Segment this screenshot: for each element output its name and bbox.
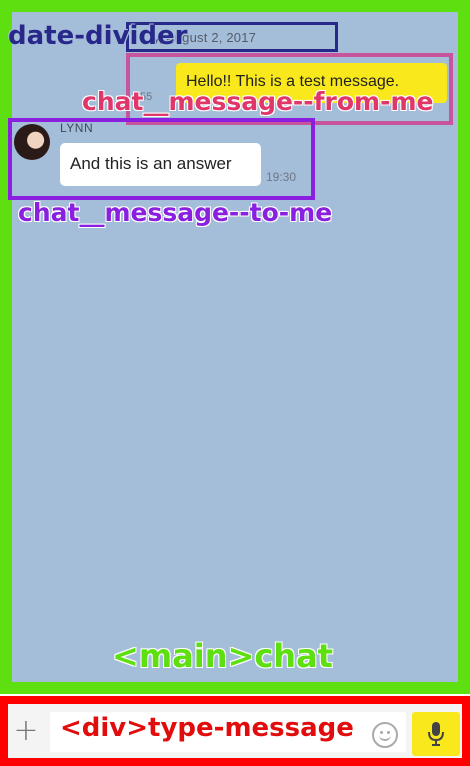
annotation-label-type-message: <div>type-message bbox=[60, 713, 354, 743]
message-time: 19:30 bbox=[266, 170, 297, 184]
annotation-label-main: <main>chat bbox=[112, 637, 333, 675]
microphone-icon bbox=[428, 722, 444, 746]
sender-name: LYNN bbox=[60, 121, 94, 135]
avatar[interactable] bbox=[14, 124, 50, 160]
plus-icon[interactable]: + bbox=[10, 716, 42, 748]
smiley-icon[interactable] bbox=[372, 722, 398, 748]
smiley-mouth bbox=[379, 734, 391, 741]
annotation-label-to-me: chat__message--to-me bbox=[18, 198, 333, 227]
message-bubble-to-me[interactable]: And this is an answer bbox=[60, 143, 261, 186]
annotation-label-from-me: chat__message--from-me bbox=[82, 87, 434, 116]
mic-button[interactable] bbox=[412, 712, 460, 756]
annotation-label-date-divider: date-divider bbox=[8, 21, 188, 51]
